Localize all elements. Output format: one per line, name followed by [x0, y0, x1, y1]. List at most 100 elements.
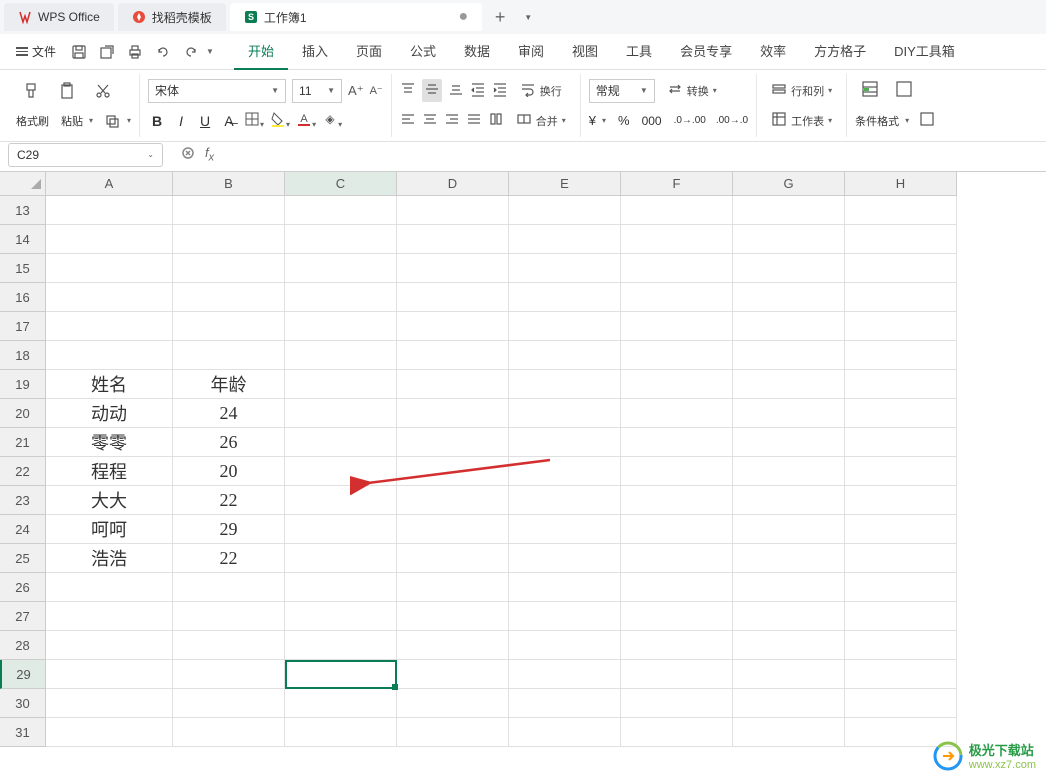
row-header-16[interactable]: 16 — [0, 283, 46, 312]
cell-G13[interactable] — [733, 196, 845, 225]
cell-E21[interactable] — [509, 428, 621, 457]
export-button[interactable] — [94, 39, 120, 65]
col-header-H[interactable]: H — [845, 172, 957, 196]
cell-G14[interactable] — [733, 225, 845, 254]
cell-F14[interactable] — [621, 225, 733, 254]
col-header-E[interactable]: E — [509, 172, 621, 196]
cell-A28[interactable] — [46, 631, 173, 660]
cell-C14[interactable] — [285, 225, 397, 254]
cell-A30[interactable] — [46, 689, 173, 718]
decrease-indent-button[interactable] — [470, 81, 486, 100]
row-header-13[interactable]: 13 — [0, 196, 46, 225]
cell-E22[interactable] — [509, 457, 621, 486]
cell-F15[interactable] — [621, 254, 733, 283]
cell-E13[interactable] — [509, 196, 621, 225]
cell-C27[interactable] — [285, 602, 397, 631]
cell-B28[interactable] — [173, 631, 285, 660]
bold-button[interactable]: B — [148, 113, 166, 129]
rows-cols-button[interactable]: 行和列 ▾ — [765, 79, 838, 102]
cell-E29[interactable] — [509, 660, 621, 689]
cell-D18[interactable] — [397, 341, 509, 370]
cell-E31[interactable] — [509, 718, 621, 747]
cell-F16[interactable] — [621, 283, 733, 312]
row-header-19[interactable]: 19 — [0, 370, 46, 399]
col-header-A[interactable]: A — [46, 172, 173, 196]
cell-D28[interactable] — [397, 631, 509, 660]
cell-H21[interactable] — [845, 428, 957, 457]
cell-D13[interactable] — [397, 196, 509, 225]
cell-A29[interactable] — [46, 660, 173, 689]
row-header-20[interactable]: 20 — [0, 399, 46, 428]
cell-B27[interactable] — [173, 602, 285, 631]
cell-G21[interactable] — [733, 428, 845, 457]
strikethrough-button[interactable]: A̶ — [220, 113, 238, 129]
cell-C24[interactable] — [285, 515, 397, 544]
cell-F17[interactable] — [621, 312, 733, 341]
cell-C17[interactable] — [285, 312, 397, 341]
cell-F19[interactable] — [621, 370, 733, 399]
row-header-17[interactable]: 17 — [0, 312, 46, 341]
cell-D23[interactable] — [397, 486, 509, 515]
format-brush-button[interactable] — [16, 80, 46, 102]
cell-A19[interactable]: 姓名 — [46, 370, 173, 399]
cell-G25[interactable] — [733, 544, 845, 573]
cell-H23[interactable] — [845, 486, 957, 515]
cell-B30[interactable] — [173, 689, 285, 718]
cell-A23[interactable]: 大大 — [46, 486, 173, 515]
cell-H14[interactable] — [845, 225, 957, 254]
cell-C16[interactable] — [285, 283, 397, 312]
cell-B14[interactable] — [173, 225, 285, 254]
cell-C29[interactable] — [285, 660, 397, 689]
cell-G15[interactable] — [733, 254, 845, 283]
row-header-25[interactable]: 25 — [0, 544, 46, 573]
cell-H22[interactable] — [845, 457, 957, 486]
cell-C28[interactable] — [285, 631, 397, 660]
fill-color-button[interactable]: ▾ — [270, 111, 290, 130]
cell-B25[interactable]: 22 — [173, 544, 285, 573]
decimal-increase-button[interactable]: .0→.00 — [674, 115, 706, 126]
cond-format-button[interactable] — [855, 78, 885, 103]
cell-F28[interactable] — [621, 631, 733, 660]
cell-C19[interactable] — [285, 370, 397, 399]
align-center-button[interactable] — [422, 111, 438, 130]
row-header-24[interactable]: 24 — [0, 515, 46, 544]
decrease-font-button[interactable]: A⁻ — [370, 84, 383, 97]
italic-button[interactable]: I — [172, 113, 190, 129]
cell-D31[interactable] — [397, 718, 509, 747]
row-header-27[interactable]: 27 — [0, 602, 46, 631]
cell-H17[interactable] — [845, 312, 957, 341]
cell-E14[interactable] — [509, 225, 621, 254]
menu-tab-3[interactable]: 公式 — [396, 33, 450, 70]
cell-A15[interactable] — [46, 254, 173, 283]
cell-G23[interactable] — [733, 486, 845, 515]
underline-button[interactable]: U — [196, 113, 214, 129]
cell-A21[interactable]: 零零 — [46, 428, 173, 457]
cut-button[interactable] — [88, 80, 118, 102]
cell-F26[interactable] — [621, 573, 733, 602]
cell-B26[interactable] — [173, 573, 285, 602]
menu-tab-6[interactable]: 视图 — [558, 33, 612, 70]
cell-E26[interactable] — [509, 573, 621, 602]
menu-tab-10[interactable]: 方方格子 — [800, 33, 880, 70]
quick-access-dropdown[interactable]: ▼ — [206, 47, 214, 56]
cell-A20[interactable]: 动动 — [46, 399, 173, 428]
cell-A22[interactable]: 程程 — [46, 457, 173, 486]
number-format-select[interactable]: 常规 ▼ — [589, 79, 655, 103]
cell-H29[interactable] — [845, 660, 957, 689]
cell-E19[interactable] — [509, 370, 621, 399]
cell-B13[interactable] — [173, 196, 285, 225]
save-button[interactable] — [66, 39, 92, 65]
cell-C21[interactable] — [285, 428, 397, 457]
justify-button[interactable] — [466, 111, 482, 130]
tab-menu-button[interactable]: ▼ — [514, 3, 542, 31]
cell-F13[interactable] — [621, 196, 733, 225]
align-top-button[interactable] — [400, 81, 416, 100]
row-header-28[interactable]: 28 — [0, 631, 46, 660]
cell-G19[interactable] — [733, 370, 845, 399]
cell-A17[interactable] — [46, 312, 173, 341]
formula-input[interactable] — [224, 143, 1046, 167]
cell-C22[interactable] — [285, 457, 397, 486]
decimal-decrease-button[interactable]: .00→.0 — [716, 115, 748, 126]
cell-H20[interactable] — [845, 399, 957, 428]
menu-tab-0[interactable]: 开始 — [234, 33, 288, 70]
